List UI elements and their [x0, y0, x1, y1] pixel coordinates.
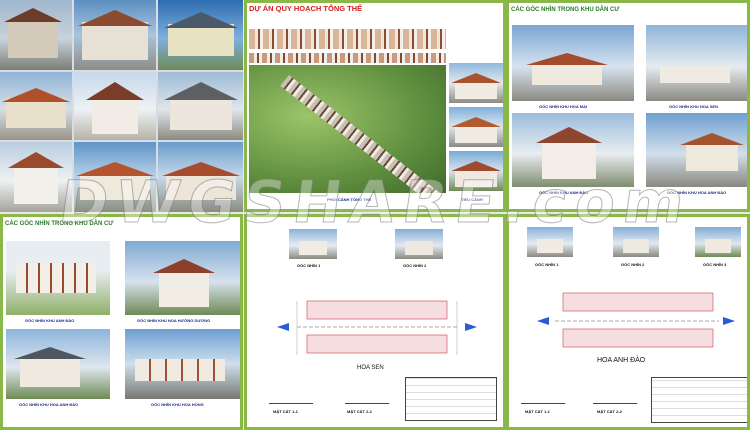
hoa-sen-view-1-caption: GÓC NHÌN 1 — [297, 263, 321, 268]
view-2-huong-duong — [125, 241, 240, 315]
anh-dao-name: HOA ANH ĐÀO — [597, 357, 646, 364]
anh-dao-section-2-caption: MẶT CẮT 2-2 — [597, 409, 622, 414]
view-hoa-mai — [512, 25, 634, 101]
anh-dao-site-plan — [537, 292, 735, 348]
view-2-anh-dao — [6, 241, 110, 315]
hoa-sen-section-1 — [269, 381, 313, 404]
view-2-hoa-anh-dao — [6, 329, 110, 399]
anh-dao-view-3-caption: GÓC NHÌN 3 — [703, 262, 727, 267]
elevation-strip-2 — [249, 53, 446, 63]
vignette-render-1 — [449, 63, 503, 103]
hoa-sen-name: HOA SEN — [357, 365, 384, 371]
hoa-sen-plan-panel: GÓC NHÌN 1 GÓC NHÌN 2 HOA SEN MẶT CẮT 1-… — [244, 214, 506, 430]
anh-dao-section-2 — [593, 381, 637, 404]
hoa-sen-section-1-caption: MẶT CẮT 1-1 — [273, 409, 298, 414]
hoa-sen-view-2-caption: GÓC NHÌN 2 — [403, 263, 427, 268]
house-render-5 — [74, 72, 156, 140]
house-render-6 — [158, 72, 243, 140]
hoa-sen-legend-table — [405, 377, 497, 421]
house-render-4 — [0, 72, 72, 140]
elevation-strip-1 — [249, 29, 446, 49]
master-plan-title: DỰ ÁN QUY HOẠCH TỔNG THỂ — [249, 4, 363, 13]
caption-2-hoa-hong: GÓC NHÌN KHU HOA HỒNG — [151, 402, 204, 407]
house-render-3 — [158, 0, 243, 70]
anh-dao-view-3 — [695, 227, 741, 257]
house-render-1 — [0, 0, 72, 70]
caption-2-huong-duong: GÓC NHÌN KHU HOA HƯỚNG DƯƠNG — [137, 318, 211, 323]
caption-hoa-sen: GÓC NHÌN KHU HOA SEN — [669, 104, 718, 109]
anh-dao-section-1-caption: MẶT CẮT 1-1 — [525, 409, 550, 414]
caption-2-hoa-anh-dao: GÓC NHÌN KHU HOA ANH ĐÀO — [19, 402, 79, 407]
house-render-2 — [74, 0, 156, 70]
hoa-sen-section-2-caption: MẶT CẮT 2-2 — [347, 409, 372, 414]
anh-dao-legend-table — [651, 377, 747, 423]
views-title-top: CÁC GÓC NHÌN TRONG KHU DÂN CƯ — [511, 7, 620, 13]
caption-2-anh-dao: GÓC NHÌN KHU ANH ĐÀO — [25, 318, 75, 323]
vignette-render-2 — [449, 107, 503, 147]
view-hoa-sen — [646, 25, 747, 101]
anh-dao-view-1-caption: GÓC NHÌN 1 — [535, 262, 559, 267]
anh-dao-section-1 — [521, 381, 565, 404]
caption-hoa-mai: GÓC NHÌN KHU HOA MAI — [539, 104, 588, 109]
residential-views-panel-bottom: CÁC GÓC NHÌN TRONG KHU DÂN CƯ GÓC NHÌN K… — [0, 214, 243, 430]
anh-dao-view-2-caption: GÓC NHÌN 2 — [621, 262, 645, 267]
hoa-anh-dao-plan-panel: GÓC NHÌN 1 GÓC NHÌN 2 GÓC NHÌN 3 HOA ANH… — [506, 214, 750, 430]
hoa-sen-section-2 — [345, 381, 389, 404]
view-2-hoa-hong — [125, 329, 240, 399]
watermark: DWGSHARE.com — [55, 168, 697, 237]
